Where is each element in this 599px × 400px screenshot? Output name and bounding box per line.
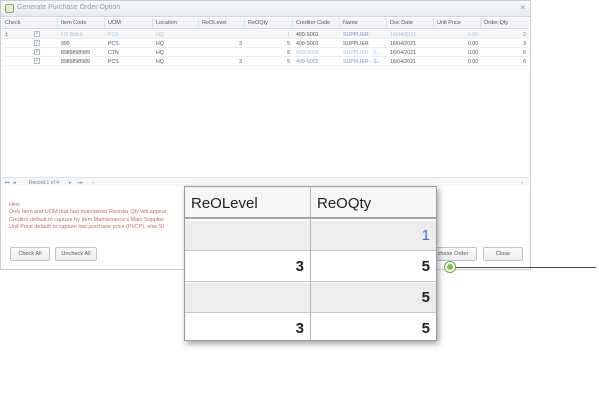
zoom-reoqty-cell: 1 [421, 227, 430, 244]
reoqty-cell: 1 [287, 32, 290, 38]
creditor-code-cell[interactable]: 400-S001 [293, 39, 340, 48]
close-button[interactable]: Close [483, 247, 523, 261]
order-qty-cell[interactable]: 3 [481, 39, 529, 48]
hint-line: Only Item and UOM that had maintained Re… [9, 209, 167, 216]
hint-panel: Hint: Only Item and UOM that had maintai… [9, 202, 184, 232]
col-header-unit-price[interactable]: Unit Price [434, 18, 481, 29]
item-code-cell: 8989898989 [61, 59, 90, 65]
name-cell: SUPPLIER [343, 41, 369, 47]
doc-date-cell: 16/04/2021 [390, 50, 416, 56]
reoqty-cell: 5 [287, 50, 290, 56]
app-icon [5, 4, 14, 13]
reoqty-cell: 5 [287, 41, 290, 47]
title-bar[interactable]: Generate Purchase Order Option × [1, 1, 530, 17]
scroll-right-icon[interactable]: › [521, 180, 523, 186]
uom-cell[interactable]: PCS [105, 39, 153, 48]
zoom-reolevel-cell [185, 221, 310, 251]
uom-cell[interactable]: PCS [105, 57, 153, 66]
doc-date-cell: 16/04/2021 [390, 32, 416, 38]
col-header-order-qty[interactable]: Order Qty [481, 18, 529, 29]
table-row[interactable]: ✓ 8989898989 PCS HQ 3 5 400-S002 SUPPLIE… [2, 57, 529, 66]
row-marker: ‡ [5, 32, 8, 38]
reolevel-cell: 3 [239, 59, 242, 65]
table-row[interactable]: ✓ 999 PCS HQ 3 5 400-S001 SUPPLIER 16/04… [2, 39, 529, 48]
name-cell: SUPPLIER - S... [343, 50, 382, 56]
unit-price-cell[interactable]: 0.00 [434, 39, 481, 48]
col-header-uom[interactable]: UOM [105, 18, 153, 29]
last-page-icon[interactable]: ⏭ [78, 180, 83, 186]
callout-pointer-line [451, 267, 596, 268]
grid-header: Check Item Code UOM Location ReOLevel Re… [2, 18, 529, 29]
unit-price-cell[interactable]: 0.00 [434, 30, 481, 39]
scroll-left-icon[interactable]: ‹ [92, 180, 94, 186]
zoom-reoqty-cell: 5 [421, 289, 430, 306]
creditor-code-cell[interactable]: 400-S002 [293, 48, 340, 57]
item-code-cell: 999 [61, 41, 70, 47]
hint-line: Creditor default to capture by Item Main… [9, 216, 165, 223]
uncheck-all-button[interactable]: Uncheck All [55, 247, 97, 261]
zoom-reoqty-cell: 5 [421, 258, 430, 275]
callout-pointer-dot [445, 262, 455, 272]
hint-line: Unit Price default to capture last purch… [9, 224, 164, 231]
next-page-icon[interactable]: ▸ [69, 180, 72, 186]
item-code-cell: 8989898989 [61, 50, 90, 56]
row-checkbox[interactable]: ✓ [34, 49, 40, 55]
col-header-creditor-code[interactable]: Creditor Code [293, 18, 340, 29]
first-page-icon[interactable]: ⏮ [5, 180, 10, 186]
location-cell: HQ [156, 32, 164, 38]
grid-pager: ⏮ ◂ Record 1 of 4 ▸ ⏭ ‹ › [2, 177, 529, 186]
order-qty-cell[interactable]: 6 [481, 57, 529, 66]
doc-date-cell: 16/04/2021 [390, 59, 416, 65]
row-checkbox[interactable]: ✓ [34, 31, 40, 37]
items-grid: Check Item Code UOM Location ReOLevel Re… [2, 18, 529, 178]
zoom-callout: ReOLevel ReOQty 1 3 5 5 3 5 [184, 186, 437, 341]
col-header-check[interactable]: Check [2, 18, 58, 29]
reoqty-cell: 5 [287, 59, 290, 65]
record-counter: Record 1 of 4 [29, 180, 60, 186]
zoom-col-header-reolevel: ReOLevel [191, 195, 258, 212]
col-header-item-code[interactable]: Item Code [58, 18, 105, 29]
name-cell: SUPPLIER - S... [343, 59, 382, 65]
row-checkbox[interactable]: ✓ [34, 58, 40, 64]
check-all-button[interactable]: Check All [10, 247, 50, 261]
zoom-column-divider [310, 187, 311, 340]
name-cell: SUPPLIER [343, 32, 369, 38]
col-header-location[interactable]: Location [153, 18, 199, 29]
location-cell: HQ [156, 59, 164, 65]
uom-cell[interactable]: PCS [105, 30, 153, 39]
order-qty-cell[interactable]: 6 [481, 48, 529, 57]
col-header-reolevel[interactable]: ReOLevel [199, 18, 245, 29]
location-cell: HQ [156, 50, 164, 56]
close-icon[interactable]: × [520, 3, 525, 12]
zoom-reoqty-cell: 5 [421, 320, 430, 337]
col-header-reoqty[interactable]: ReOQty [245, 18, 293, 29]
location-cell: HQ [156, 41, 164, 47]
col-header-name[interactable]: Name [340, 18, 387, 29]
zoom-col-header-reoqty: ReOQty [317, 195, 372, 212]
window-title: Generate Purchase Order Option [17, 4, 121, 11]
order-qty-cell[interactable]: 2 [481, 30, 529, 39]
table-row[interactable]: ‡ ✓ FG Batch PCS HQ 1 400-S001 SUPPLIER … [2, 30, 529, 39]
col-header-doc-date[interactable]: Doc Date [387, 18, 434, 29]
item-code-cell: FG Batch [61, 32, 83, 38]
zoom-reolevel-cell: 3 [295, 320, 304, 337]
creditor-code-cell[interactable]: 400-S001 [293, 30, 340, 39]
unit-price-cell[interactable]: 0.00 [434, 57, 481, 66]
table-row[interactable]: ✓ 8989898989 CTN HQ 5 400-S002 SUPPLIER … [2, 48, 529, 57]
creditor-code-cell[interactable]: 400-S002 [293, 57, 340, 66]
doc-date-cell: 16/04/2021 [390, 41, 416, 47]
uom-cell[interactable]: CTN [105, 48, 153, 57]
hint-title: Hint: [9, 202, 21, 208]
prev-page-icon[interactable]: ◂ [13, 180, 16, 186]
reolevel-cell: 3 [239, 41, 242, 47]
row-checkbox[interactable]: ✓ [34, 40, 40, 46]
zoom-reolevel-cell: 3 [295, 258, 304, 275]
reolevel-cell [199, 30, 245, 39]
zoom-reolevel-cell [185, 283, 310, 313]
unit-price-cell[interactable]: 0.00 [434, 48, 481, 57]
reolevel-cell [199, 48, 245, 57]
